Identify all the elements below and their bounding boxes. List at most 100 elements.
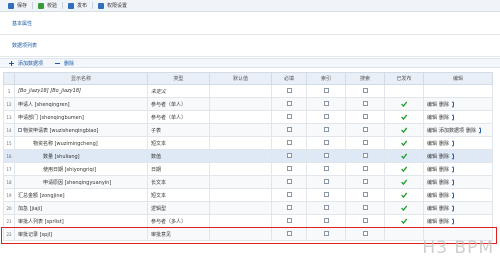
default-value-cell[interactable] — [209, 162, 272, 176]
move-up-down-icon[interactable] — [452, 139, 455, 147]
checkbox[interactable] — [323, 179, 329, 184]
table-row[interactable]: 17 使用日期 [shiyongriqi] 日期 编辑 删除 — [3, 162, 493, 176]
checkbox[interactable] — [362, 114, 368, 119]
move-up-down-icon[interactable] — [452, 100, 455, 108]
default-value-cell[interactable] — [209, 201, 272, 215]
default-value-cell[interactable] — [209, 149, 272, 163]
checkbox[interactable] — [362, 140, 368, 145]
display-name-cell[interactable]: 申请人 [shenqingren] — [14, 97, 148, 111]
checkbox[interactable] — [362, 231, 368, 236]
move-up-down-icon[interactable] — [452, 113, 455, 121]
display-name-cell[interactable]: 数量 [shuliang] — [14, 149, 148, 163]
display-name-cell[interactable]: 申请原因 [shenqingyuanyin] — [14, 175, 148, 189]
checkbox[interactable] — [323, 153, 329, 158]
action-link[interactable]: 编辑 — [427, 167, 437, 173]
checkbox[interactable] — [362, 179, 368, 184]
action-link[interactable]: 编辑 — [427, 193, 437, 199]
checkbox[interactable] — [362, 218, 368, 223]
checkbox[interactable] — [286, 218, 292, 223]
checkbox[interactable] — [286, 114, 292, 119]
action-link[interactable]: 删除 — [439, 154, 449, 160]
action-link[interactable]: 编辑 — [427, 128, 437, 134]
default-value-cell[interactable] — [209, 227, 272, 241]
action-link[interactable]: 添加数据项 — [439, 128, 464, 134]
action-link[interactable]: 删除 — [439, 193, 449, 199]
permission-button[interactable]: 权限设置 — [93, 1, 132, 11]
checkbox[interactable] — [323, 166, 329, 171]
action-link[interactable]: 编辑 — [427, 102, 437, 108]
checkbox[interactable] — [286, 88, 292, 93]
checkbox[interactable] — [286, 140, 292, 145]
default-value-cell[interactable] — [209, 110, 272, 124]
default-value-cell[interactable] — [209, 84, 272, 98]
checkbox[interactable] — [323, 205, 329, 210]
move-up-down-icon[interactable] — [452, 152, 455, 160]
table-row[interactable]: 20 加急 [jiaji] 逻辑型 编辑 删除 — [3, 201, 493, 215]
checkbox[interactable] — [323, 231, 329, 236]
display-name-cell[interactable]: 加急 [jiaji] — [14, 201, 148, 215]
action-link[interactable]: 编辑 — [427, 180, 437, 186]
checkbox[interactable] — [323, 127, 329, 132]
checkbox[interactable] — [286, 127, 292, 132]
delete-button[interactable]: 删除 — [49, 59, 80, 67]
check-button[interactable]: 校验 — [33, 1, 62, 11]
table-row[interactable]: 14 物资申请表 [wuzishenqingbiao] 子表 编辑 添加数据项 删除 — [3, 123, 493, 137]
move-up-down-icon[interactable] — [452, 217, 455, 225]
display-name-cell[interactable]: [Bo_jiazy18] [Bo_jiazy18] — [14, 84, 148, 98]
checkbox[interactable] — [286, 205, 292, 210]
section-data-items[interactable]: 数据项列表 — [0, 35, 500, 57]
display-name-cell[interactable]: 审批人列表 [sprlist] — [14, 214, 148, 228]
publish-button[interactable]: 发布 — [63, 1, 92, 11]
table-row[interactable]: 22 审批记录 [spjl] 审批意见 — [3, 227, 493, 241]
checkbox[interactable] — [362, 101, 368, 106]
action-link[interactable]: 编辑 — [427, 206, 437, 212]
checkbox[interactable] — [286, 101, 292, 106]
table-row[interactable]: 18 申请原因 [shenqingyuanyin] 长文本 编辑 删除 — [3, 175, 493, 189]
checkbox[interactable] — [362, 88, 368, 93]
checkbox[interactable] — [362, 153, 368, 158]
checkbox[interactable] — [323, 140, 329, 145]
display-name-cell[interactable]: 汇总金额 [zongjine] — [14, 188, 148, 202]
action-link[interactable]: 删除 — [439, 102, 449, 108]
checkbox[interactable] — [286, 166, 292, 171]
move-up-down-icon[interactable] — [452, 178, 455, 186]
checkbox[interactable] — [362, 127, 368, 132]
table-row[interactable]: 19 汇总金额 [zongjine] 短文本 编辑 删除 — [3, 188, 493, 202]
checkbox[interactable] — [323, 101, 329, 106]
checkbox[interactable] — [362, 205, 368, 210]
display-name-cell[interactable]: 申请部门 [shenqingbumen] — [14, 110, 148, 124]
default-value-cell[interactable] — [209, 188, 272, 202]
action-link[interactable]: 编辑 — [427, 115, 437, 121]
collapse-icon[interactable] — [18, 128, 22, 132]
display-name-cell[interactable]: 审批记录 [spjl] — [14, 227, 148, 241]
checkbox[interactable] — [286, 179, 292, 184]
checkbox[interactable] — [286, 231, 292, 236]
move-up-down-icon[interactable] — [479, 126, 482, 134]
checkbox[interactable] — [323, 218, 329, 223]
checkbox[interactable] — [323, 114, 329, 119]
table-row[interactable]: 1 [Bo_jiazy18] [Bo_jiazy18] 未定义 — [3, 84, 493, 98]
table-row[interactable]: 21 审批人列表 [sprlist] 参与者（多人） 编辑 删除 — [3, 214, 493, 228]
action-link[interactable]: 删除 — [466, 128, 476, 134]
checkbox[interactable] — [286, 192, 292, 197]
move-up-down-icon[interactable] — [452, 165, 455, 173]
move-up-down-icon[interactable] — [452, 204, 455, 212]
action-link[interactable]: 删除 — [439, 180, 449, 186]
checkbox[interactable] — [362, 166, 368, 171]
checkbox[interactable] — [362, 192, 368, 197]
display-name-cell[interactable]: 物资申请表 [wuzishenqingbiao] — [14, 123, 148, 137]
checkbox[interactable] — [323, 192, 329, 197]
display-name-cell[interactable]: 物资名称 [wuzimingcheng] — [14, 136, 148, 150]
save-button[interactable]: 保存 — [3, 1, 32, 11]
action-link[interactable]: 删除 — [439, 206, 449, 212]
action-link[interactable]: 编辑 — [427, 219, 437, 225]
move-up-down-icon[interactable] — [452, 191, 455, 199]
default-value-cell[interactable] — [209, 97, 272, 111]
action-link[interactable]: 删除 — [439, 115, 449, 121]
add-data-item-button[interactable]: 添加数据项 — [3, 59, 49, 67]
action-link[interactable]: 编辑 — [427, 141, 437, 147]
table-row[interactable]: 16 数量 [shuliang] 数值 编辑 删除 — [3, 149, 493, 163]
default-value-cell[interactable] — [209, 214, 272, 228]
checkbox[interactable] — [286, 153, 292, 158]
action-link[interactable]: 删除 — [439, 167, 449, 173]
